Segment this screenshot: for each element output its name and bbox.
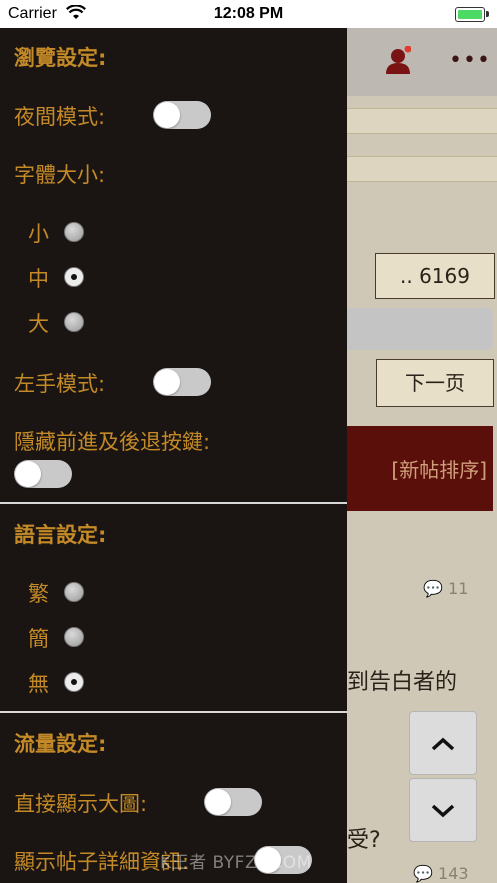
scroll-up-button[interactable]: [409, 711, 477, 775]
language-simplified-label: 簡: [28, 627, 49, 651]
background-header: •••: [347, 28, 497, 96]
sort-banner[interactable]: [新帖排序]: [347, 426, 493, 511]
language-none-radio[interactable]: [64, 672, 84, 692]
night-mode-label: 夜間模式:: [14, 105, 106, 129]
status-bar: Carrier 12:08 PM: [0, 0, 497, 28]
settings-drawer: 瀏覽設定: 夜間模式: 字體大小: 小 中 大 左手模式: 隱藏前進及後退按鍵:…: [0, 28, 347, 883]
language-settings-title: 語言設定:: [14, 523, 107, 547]
show-large-image-label: 直接顯示大圖:: [14, 792, 148, 816]
next-page-button[interactable]: 下一页: [376, 359, 494, 407]
font-size-small-radio[interactable]: [64, 222, 84, 242]
post-snippet[interactable]: 受?: [347, 822, 381, 854]
language-traditional-label: 繁: [28, 582, 49, 606]
section-divider: [0, 711, 347, 713]
status-time: 12:08 PM: [213, 5, 284, 22]
show-large-image-toggle[interactable]: [204, 788, 262, 816]
hide-nav-buttons-label: 隱藏前進及後退按鍵:: [14, 430, 211, 454]
post-snippet[interactable]: 到告白者的: [347, 664, 457, 696]
background-strip: [347, 108, 497, 134]
font-size-large-label: 大: [28, 312, 49, 336]
language-none-label: 無: [28, 672, 49, 696]
font-size-large-radio[interactable]: [64, 312, 84, 332]
background-page: ••• .. 6169 下一页 [新帖排序] 💬 11 到告白者的 受? 💬 1…: [347, 28, 497, 883]
left-hand-mode-toggle[interactable]: [153, 368, 211, 396]
language-simplified-radio[interactable]: [64, 627, 84, 647]
page-number-box[interactable]: .. 6169: [375, 253, 495, 299]
comment-count: 💬 11: [423, 579, 469, 598]
font-size-label: 字體大小:: [14, 163, 106, 187]
font-size-small-label: 小: [28, 222, 49, 246]
font-size-medium-radio[interactable]: [64, 267, 84, 287]
battery-icon: [455, 7, 489, 22]
background-strip: [347, 156, 497, 182]
left-hand-mode-label: 左手模式:: [14, 372, 106, 396]
watermark: K王者 BYFZY.COM: [160, 853, 312, 873]
language-traditional-radio[interactable]: [64, 582, 84, 602]
sort-banner-label: [新帖排序]: [391, 458, 487, 482]
scroll-down-button[interactable]: [409, 778, 477, 842]
night-mode-toggle[interactable]: [153, 101, 211, 129]
comment-icon: 💬: [413, 864, 433, 883]
chevron-down-icon: [431, 795, 455, 825]
hide-nav-buttons-toggle[interactable]: [14, 460, 72, 488]
comment-icon: 💬: [423, 579, 443, 598]
background-input[interactable]: [347, 308, 493, 350]
chevron-up-icon: [431, 728, 455, 758]
comment-count: 💬 143: [413, 864, 469, 883]
browse-settings-title: 瀏覽設定:: [14, 46, 107, 70]
section-divider: [0, 502, 347, 504]
font-size-medium-label: 中: [28, 267, 49, 291]
user-icon[interactable]: [385, 45, 412, 76]
more-icon[interactable]: •••: [449, 48, 491, 73]
traffic-settings-title: 流量設定:: [14, 732, 107, 756]
